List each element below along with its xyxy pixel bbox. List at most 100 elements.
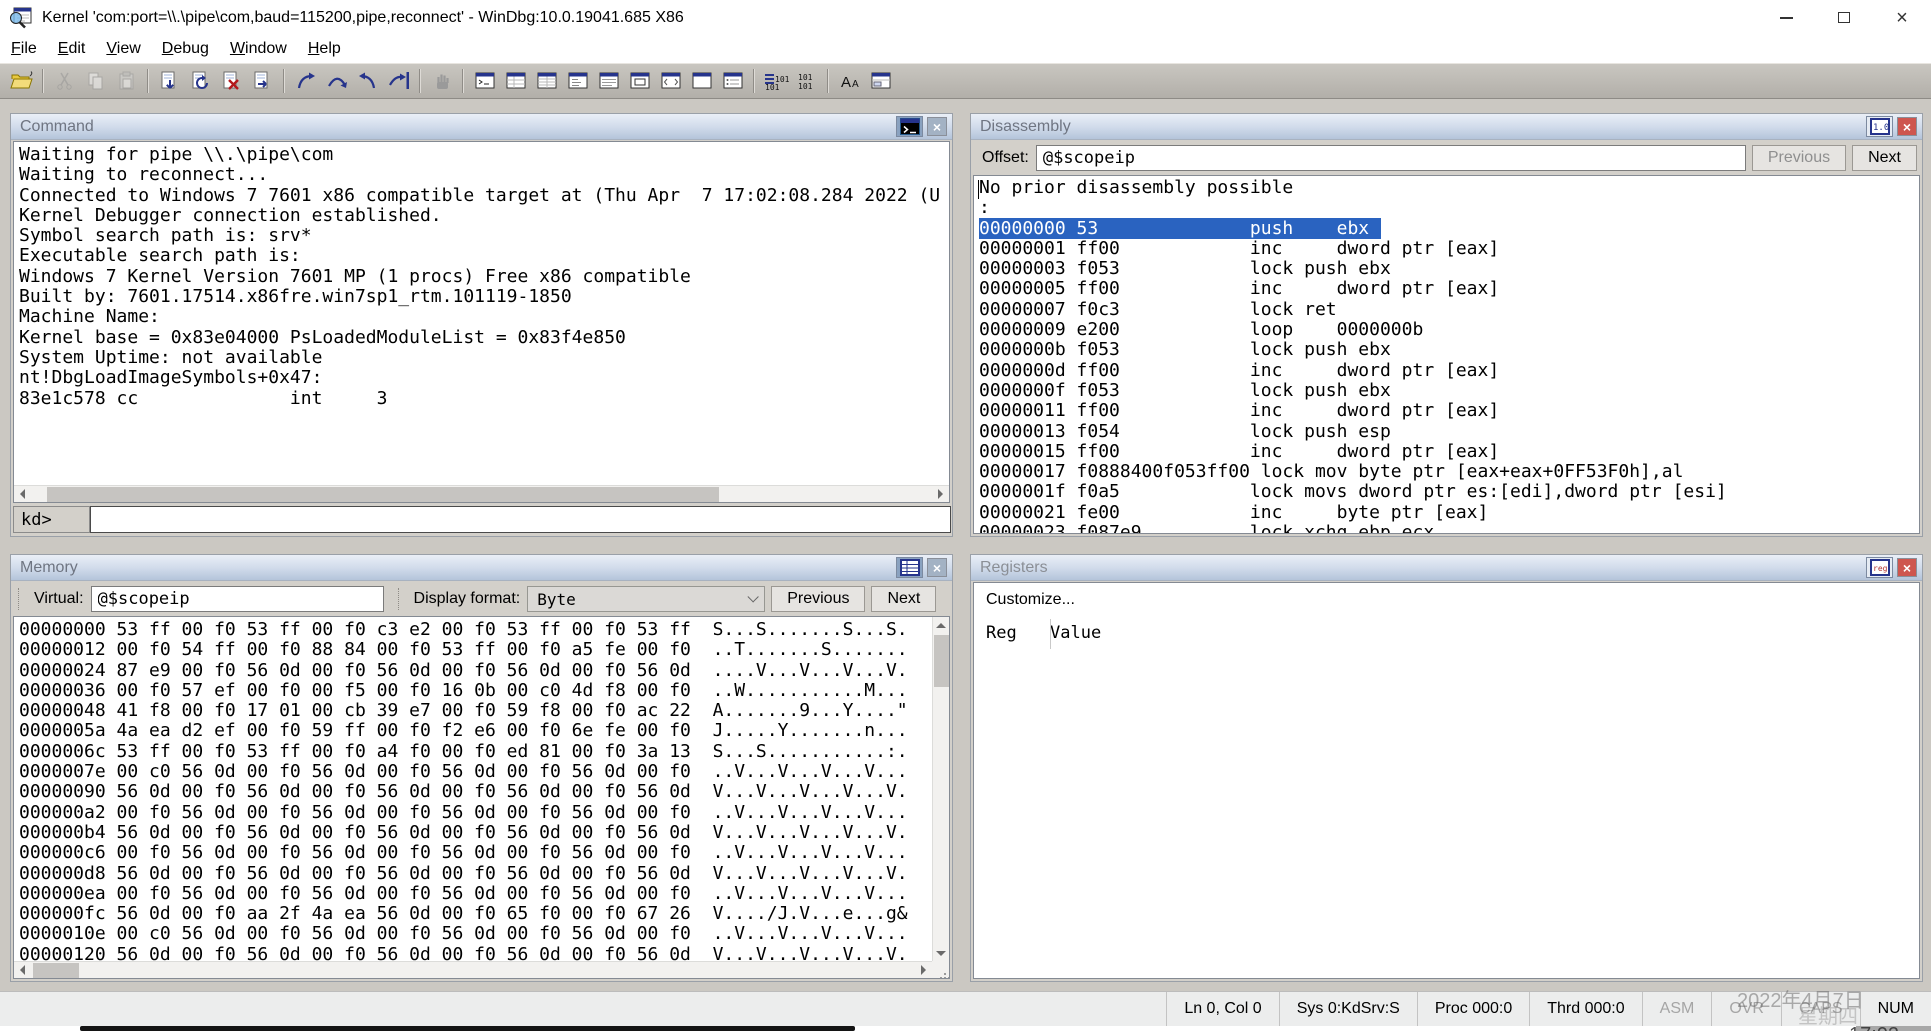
memory-previous-button[interactable]: Previous bbox=[771, 586, 866, 612]
disassembly-listing[interactable]: No prior disassembly possible:00000000 5… bbox=[973, 175, 1920, 534]
scroll-up-arrow[interactable] bbox=[932, 617, 949, 633]
disassembly-line[interactable]: 0000000f f053 lock push ebx bbox=[979, 380, 1919, 401]
command-pane-titlebar[interactable]: Command × bbox=[11, 114, 952, 140]
options-icon[interactable] bbox=[865, 67, 896, 95]
registers-pane-titlebar[interactable]: Registers reg × bbox=[971, 555, 1922, 581]
scrollbar-thumb[interactable] bbox=[33, 963, 79, 978]
memory-close-icon[interactable]: × bbox=[927, 558, 947, 577]
processes-window-icon[interactable] bbox=[717, 67, 748, 95]
maximize-button[interactable] bbox=[1815, 0, 1873, 35]
command-window-icon[interactable] bbox=[469, 67, 500, 95]
copy-icon[interactable] bbox=[80, 67, 111, 95]
command-output[interactable]: Waiting for pipe \\.\pipe\com Waiting to… bbox=[13, 141, 950, 503]
registers-window-icon[interactable]: reg bbox=[1866, 557, 1893, 578]
disassembly-window-icon[interactable] bbox=[655, 67, 686, 95]
disassembly-line[interactable]: 00000005 ff00 inc dword ptr [eax] bbox=[979, 279, 1919, 299]
scratch-pad-icon[interactable] bbox=[686, 67, 717, 95]
close-icon: × bbox=[1896, 6, 1908, 29]
minimize-icon bbox=[1779, 16, 1793, 19]
disassembly-line[interactable]: 00000009 e200 loop 0000000b bbox=[979, 319, 1919, 340]
display-format-dropdown[interactable]: Byte bbox=[527, 586, 766, 612]
disassembly-line[interactable]: : bbox=[979, 198, 1919, 218]
menu-file[interactable]: File bbox=[1, 38, 47, 60]
disassembly-previous-button[interactable]: Previous bbox=[1751, 145, 1847, 171]
toolbar-separator bbox=[42, 69, 44, 93]
menu-debug[interactable]: Debug bbox=[152, 38, 219, 60]
source-mode-on-icon[interactable]: 101 101 bbox=[760, 67, 791, 95]
customize-button[interactable]: Customize... bbox=[974, 583, 1919, 615]
disassembly-line[interactable]: 0000000b f053 lock push ebx bbox=[979, 340, 1919, 360]
open-source-file-icon[interactable] bbox=[6, 67, 37, 95]
disassembly-line[interactable]: 00000001 ff00 inc dword ptr [eax] bbox=[979, 238, 1919, 259]
registers-content: Customize... Reg Value bbox=[973, 582, 1920, 979]
locals-window-icon[interactable] bbox=[531, 67, 562, 95]
minimize-button[interactable] bbox=[1757, 0, 1815, 35]
scrollbar-corner bbox=[932, 961, 949, 978]
step-over-icon[interactable] bbox=[321, 67, 352, 95]
chevron-down-icon bbox=[747, 591, 759, 603]
watch-window-icon[interactable] bbox=[500, 67, 531, 95]
step-into-icon[interactable] bbox=[290, 67, 321, 95]
disassembly-next-button[interactable]: Next bbox=[1852, 145, 1917, 171]
source-mode-off-icon[interactable]: 101 101 bbox=[791, 67, 822, 95]
detach-icon[interactable] bbox=[247, 67, 278, 95]
step-out-icon[interactable] bbox=[352, 67, 383, 95]
memory-pane-titlebar[interactable]: Memory × bbox=[11, 555, 952, 581]
go-icon[interactable] bbox=[154, 67, 185, 95]
disassembly-line[interactable]: 00000013 f054 lock push esp bbox=[979, 421, 1919, 442]
cut-icon[interactable] bbox=[49, 67, 80, 95]
scroll-right-arrow[interactable] bbox=[932, 486, 949, 502]
close-button[interactable]: × bbox=[1873, 0, 1931, 35]
kd-prompt-label: kd> bbox=[13, 506, 90, 533]
paste-icon[interactable] bbox=[111, 67, 142, 95]
memory-dump[interactable]: 00000000 53 ff 00 f0 53 ff 00 f0 c3 e2 0… bbox=[13, 616, 950, 979]
offset-input[interactable] bbox=[1035, 145, 1746, 171]
scroll-down-arrow[interactable] bbox=[932, 945, 949, 961]
scrollbar-thumb[interactable] bbox=[47, 487, 719, 502]
disassembly-line[interactable]: 00000011 ff00 inc dword ptr [eax] bbox=[979, 401, 1919, 421]
toolbar-separator bbox=[147, 69, 149, 93]
memory-next-button[interactable]: Next bbox=[871, 586, 937, 612]
scroll-left-arrow[interactable] bbox=[14, 486, 31, 502]
stop-debugging-icon[interactable] bbox=[216, 67, 247, 95]
disassembly-close-icon[interactable]: × bbox=[1897, 117, 1917, 136]
disassembly-line[interactable]: 00000015 ff00 inc dword ptr [eax] bbox=[979, 441, 1919, 462]
scroll-right-arrow[interactable] bbox=[915, 962, 932, 978]
disassembly-line[interactable]: 00000000 53 push ebx bbox=[979, 217, 1919, 239]
run-to-cursor-icon[interactable] bbox=[383, 67, 414, 95]
disassembly-line[interactable]: 0000000d ff00 inc dword ptr [eax] bbox=[979, 360, 1919, 381]
command-close-icon[interactable]: × bbox=[927, 117, 947, 136]
disassembly-line[interactable]: 00000007 f0c3 lock ret bbox=[979, 299, 1919, 320]
font-icon[interactable]: AA bbox=[834, 67, 865, 95]
scrollbar-thumb[interactable] bbox=[933, 635, 949, 687]
registers-window-icon[interactable] bbox=[562, 67, 593, 95]
disassembly-pane-titlebar[interactable]: Disassembly 1.0 × bbox=[971, 114, 1922, 140]
menu-help[interactable]: Help bbox=[298, 38, 351, 60]
memory-window-icon[interactable] bbox=[593, 67, 624, 95]
restart-icon[interactable] bbox=[185, 67, 216, 95]
scroll-left-arrow[interactable] bbox=[14, 962, 31, 978]
disassembly-line[interactable]: 0000001f f0a5 lock movs dword ptr es:[ed… bbox=[979, 482, 1919, 502]
registers-close-icon[interactable]: × bbox=[1897, 558, 1917, 577]
command-horizontal-scrollbar[interactable] bbox=[14, 485, 949, 502]
memory-window-icon[interactable] bbox=[896, 557, 923, 578]
menu-edit[interactable]: Edit bbox=[48, 38, 96, 60]
disassembly-line[interactable]: 00000023 f087e9 lock xchg ebp,ecx bbox=[979, 522, 1919, 533]
reg-column-header[interactable]: Reg bbox=[986, 623, 1050, 643]
value-column-header[interactable]: Value bbox=[1050, 623, 1101, 643]
command-input[interactable] bbox=[90, 506, 951, 533]
menu-view[interactable]: View bbox=[96, 38, 150, 60]
disassembly-line[interactable]: 00000017 f0888400f053ff00 lock mov byte … bbox=[979, 462, 1919, 482]
memory-horizontal-scrollbar[interactable] bbox=[14, 961, 932, 978]
column-divider[interactable] bbox=[1050, 619, 1051, 649]
virtual-address-input[interactable] bbox=[90, 586, 384, 612]
break-icon[interactable] bbox=[426, 67, 457, 95]
command-console-icon[interactable] bbox=[896, 116, 923, 137]
menu-window[interactable]: Window bbox=[220, 38, 297, 60]
disassembly-window-icon[interactable]: 1.0 bbox=[1866, 116, 1893, 137]
disassembly-line[interactable]: No prior disassembly possible bbox=[979, 177, 1919, 198]
disassembly-line[interactable]: 00000021 fe00 inc byte ptr [eax] bbox=[979, 502, 1919, 523]
disassembly-line[interactable]: 00000003 f053 lock push ebx bbox=[979, 259, 1919, 279]
call-stack-window-icon[interactable] bbox=[624, 67, 655, 95]
memory-vertical-scrollbar[interactable] bbox=[932, 617, 949, 961]
